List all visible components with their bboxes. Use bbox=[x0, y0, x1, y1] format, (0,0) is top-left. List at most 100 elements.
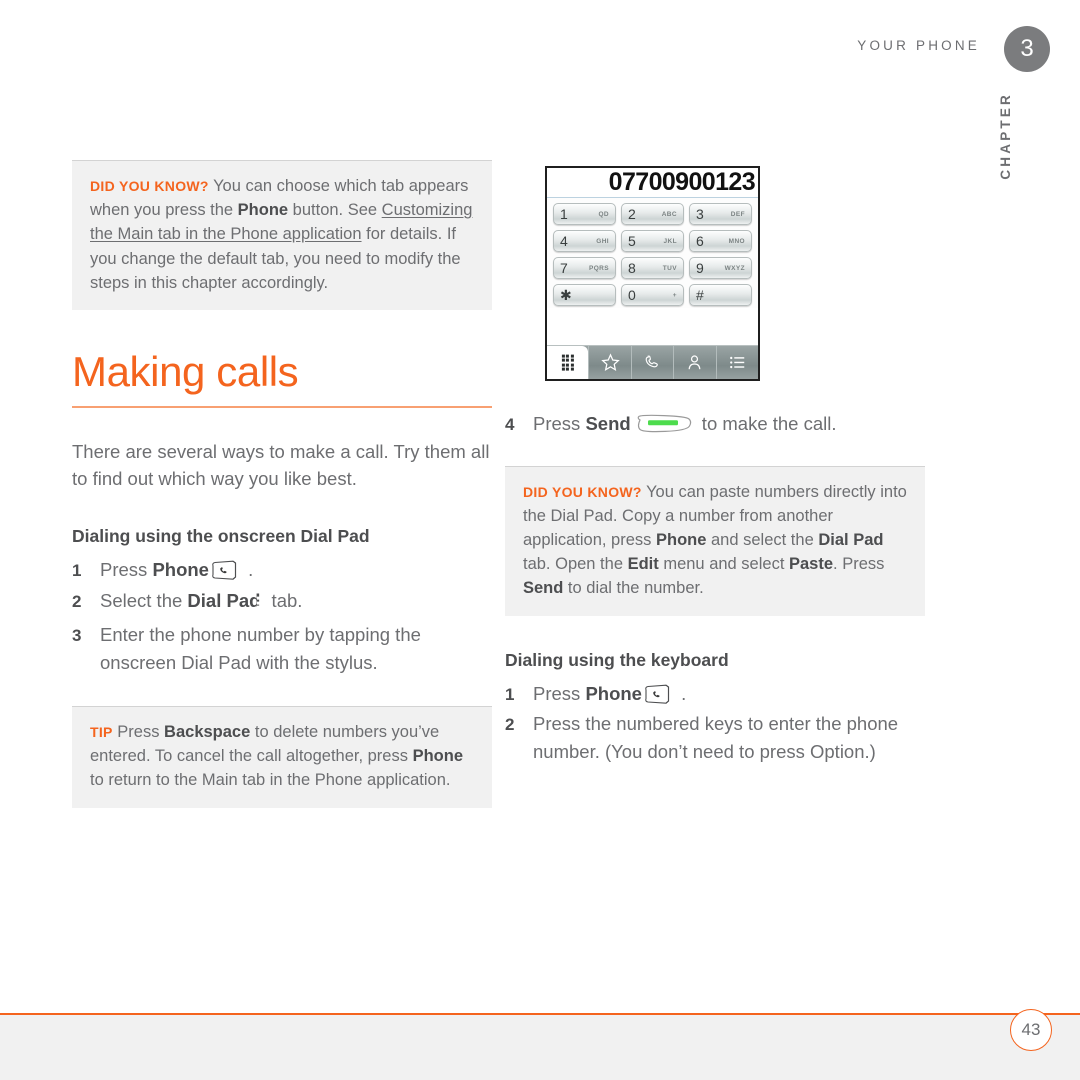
callout-bold-send: Send bbox=[523, 579, 564, 598]
handset-tab-icon[interactable] bbox=[630, 346, 673, 379]
dialpad-key[interactable]: 1 QD bbox=[553, 203, 616, 225]
list-item: 1 Press Phone . bbox=[505, 680, 925, 709]
key-digit: 7 bbox=[560, 260, 568, 276]
key-letters: TUV bbox=[662, 264, 677, 272]
step-number: 2 bbox=[72, 591, 82, 611]
key-letters: + bbox=[672, 291, 677, 299]
callout-bold-edit: Edit bbox=[627, 555, 659, 574]
callout-text-6: to dial the number. bbox=[563, 579, 704, 598]
steps-list-onscreen: 1 Press Phone . 2 Select the Dial Pad ta… bbox=[72, 556, 492, 676]
did-you-know-callout-left: DID YOU KNOW? You can choose which tab a… bbox=[72, 160, 492, 311]
list-item: 1 Press Phone . bbox=[72, 556, 492, 585]
dialpad-key[interactable]: 7 PQRS bbox=[553, 257, 616, 279]
dialpad-tab-bar bbox=[547, 345, 758, 379]
key-letters: ABC bbox=[661, 210, 677, 218]
subheading-keyboard: Dialing using the keyboard bbox=[505, 649, 729, 670]
step-text: Press Phone . bbox=[100, 556, 492, 585]
footer-rule bbox=[0, 1013, 1080, 1015]
key-letters: JKL bbox=[663, 237, 677, 245]
chapter-number-badge: 3 bbox=[1004, 26, 1050, 72]
phone-button-icon bbox=[211, 560, 241, 581]
key-letters: DEF bbox=[730, 210, 745, 218]
key-digit: ✱ bbox=[560, 287, 572, 303]
phone-button-icon bbox=[644, 684, 674, 705]
list-item: 2 Select the Dial Pad tab. bbox=[72, 587, 492, 620]
left-column: DID YOU KNOW? You can choose which tab a… bbox=[72, 160, 492, 808]
step-number: 3 bbox=[72, 626, 82, 646]
step-text: Select the Dial Pad tab. bbox=[100, 587, 492, 620]
dialpad-key[interactable]: 9 WXYZ bbox=[689, 257, 752, 279]
list-item: 2 Press the numbered keys to enter the p… bbox=[505, 710, 925, 765]
dialpad-number-display: 07700900123 bbox=[547, 168, 758, 198]
dialpad-key[interactable]: 0 + bbox=[621, 284, 684, 306]
dialpad-key[interactable]: 5 JKL bbox=[621, 230, 684, 252]
subheading-onscreen-dialpad: Dialing using the onscreen Dial Pad bbox=[72, 526, 370, 547]
key-digit: 5 bbox=[628, 233, 636, 249]
key-letters: PQRS bbox=[588, 264, 609, 272]
star-tab-icon[interactable] bbox=[588, 346, 630, 379]
dialpad-key[interactable]: ✱ bbox=[553, 284, 616, 306]
tip-callout: TIP Press Backspace to delete numbers yo… bbox=[72, 706, 492, 808]
page-number-badge: 43 bbox=[1010, 1009, 1052, 1051]
dialpad-key[interactable]: # bbox=[689, 284, 752, 306]
callout-text-2: button. See bbox=[288, 201, 382, 220]
dialpad-key[interactable]: 6 MNO bbox=[689, 230, 752, 252]
callout-text-5: . Press bbox=[833, 555, 885, 574]
callout-text-2: and select the bbox=[706, 530, 819, 549]
key-digit: # bbox=[696, 287, 704, 303]
did-you-know-label: DID YOU KNOW? bbox=[90, 178, 209, 194]
running-head: YOUR PHONE bbox=[857, 38, 980, 53]
key-digit: 1 bbox=[560, 206, 568, 222]
contact-tab-icon[interactable] bbox=[673, 346, 715, 379]
step-text: Press the numbered keys to enter the pho… bbox=[533, 713, 899, 762]
list-item: 3 Enter the phone number by tapping the … bbox=[72, 621, 492, 676]
key-digit: 9 bbox=[696, 260, 704, 276]
key-digit: 4 bbox=[560, 233, 568, 249]
chapter-label-vertical: CHAPTER bbox=[998, 92, 1013, 180]
step-text-bold: Dial Pad bbox=[187, 589, 261, 611]
dialpad-key[interactable]: 8 TUV bbox=[621, 257, 684, 279]
callout-text-3: tab. Open the bbox=[523, 555, 628, 574]
step-text-bold: Phone bbox=[585, 682, 642, 704]
tip-text-3: to return to the Main tab in the Phone a… bbox=[90, 771, 451, 790]
key-digit: 3 bbox=[696, 206, 704, 222]
step-text: Press Phone . bbox=[533, 680, 925, 709]
list-tab-icon[interactable] bbox=[715, 346, 758, 379]
step-text-post: . bbox=[242, 559, 254, 581]
step-text: Press Send to make the call. bbox=[533, 410, 925, 439]
key-letters: WXYZ bbox=[724, 264, 745, 272]
step-number: 4 bbox=[505, 415, 515, 434]
dialpad-keys-grid: 1 QD 2 ABC 3 DEF 4 GHI 5 JKL 6 MNO 7 PQRS 8 TUV … bbox=[547, 198, 758, 308]
step-text-pre: Select the bbox=[100, 589, 188, 611]
step-number: 2 bbox=[505, 715, 515, 735]
step-text-bold: Phone bbox=[152, 559, 209, 581]
callout-text-4: menu and select bbox=[658, 555, 789, 574]
tip-bold-phone: Phone bbox=[412, 747, 463, 766]
step-text: Enter the phone number by tapping the on… bbox=[100, 624, 421, 673]
did-you-know-label: DID YOU KNOW? bbox=[523, 483, 642, 500]
send-button-icon bbox=[635, 414, 693, 434]
dialed-number: 07700900123 bbox=[608, 168, 756, 196]
dialpad-tab-icon[interactable] bbox=[547, 346, 589, 379]
step-text-pre: Press bbox=[533, 413, 586, 434]
footer-band bbox=[0, 1015, 1080, 1080]
step-text-post: tab. bbox=[266, 589, 303, 611]
dialpad-key[interactable]: 4 GHI bbox=[553, 230, 616, 252]
step-number: 1 bbox=[72, 561, 82, 581]
list-item: 4 Press Send to make the call. bbox=[505, 410, 925, 439]
dialpad-key[interactable]: 2 ABC bbox=[621, 203, 684, 225]
tip-bold-backspace: Backspace bbox=[164, 723, 251, 742]
key-digit: 0 bbox=[628, 287, 636, 303]
step-number: 1 bbox=[505, 684, 515, 704]
tip-label: TIP bbox=[90, 724, 113, 741]
page-title: Making calls bbox=[72, 348, 299, 396]
step-text-bold: Send bbox=[585, 413, 631, 434]
key-letters: QD bbox=[598, 210, 609, 218]
did-you-know-callout-right: DID YOU KNOW? You can paste numbers dire… bbox=[505, 465, 925, 616]
steps-list-keyboard: 1 Press Phone . 2 Press the numbered key… bbox=[505, 680, 925, 766]
callout-bold-phone: Phone bbox=[237, 201, 289, 220]
callout-bold-paste: Paste bbox=[789, 555, 834, 574]
callout-bold-phone: Phone bbox=[656, 530, 707, 549]
intro-paragraph: There are several ways to make a call. T… bbox=[72, 441, 490, 490]
dialpad-key[interactable]: 3 DEF bbox=[689, 203, 752, 225]
